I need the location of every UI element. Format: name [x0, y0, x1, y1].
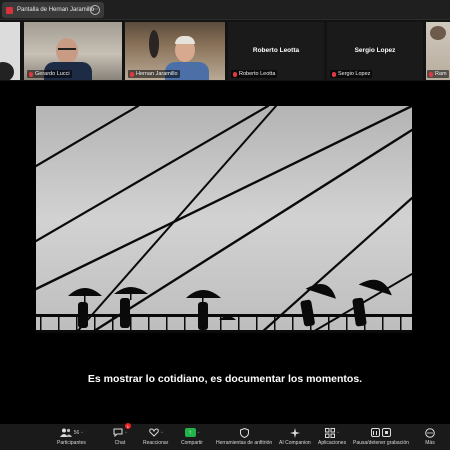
chevron-up-icon[interactable]: ^	[81, 430, 83, 435]
participant-name-tag: Sergio Lopez	[330, 70, 373, 78]
ai-companion-button[interactable]: AI Companion	[279, 426, 311, 446]
reactions-label: Reaccionar	[143, 440, 169, 446]
recording-label: Pausa/detener grabación	[353, 440, 409, 446]
stop-recording-icon[interactable]	[381, 428, 391, 437]
participant-name: Roberto Leotta	[239, 71, 276, 77]
reactions-button[interactable]: ^ Reaccionar	[143, 426, 168, 446]
chat-label: Chat	[114, 440, 126, 446]
share-label: Compartir	[181, 440, 203, 446]
more-button[interactable]: Más	[425, 426, 435, 446]
chevron-up-icon[interactable]: ^	[161, 430, 163, 435]
participant-name: Hernan Jaramillo	[136, 71, 178, 77]
mic-muted-icon	[233, 71, 237, 77]
participant-name-tag: Hernan Jaramillo	[128, 70, 180, 78]
participant-name-tag: Gerardo Lucci	[27, 70, 72, 78]
chat-unread-badge: 1	[124, 423, 131, 429]
participant-name: Sergio Lopez	[338, 71, 371, 77]
participant-display-name: Roberto Leotta	[252, 47, 300, 54]
participant-name-tag: Ram	[427, 70, 449, 78]
participants-button[interactable]: 56 ^ Participantes	[57, 426, 86, 446]
chat-button[interactable]: 1 ^ Chat	[113, 423, 131, 446]
meeting-controls-toolbar: 56 ^ Participantes 1 ^ Chat ^ Reaccionar…	[0, 423, 450, 450]
participant-gallery-strip: Gerardo Lucci Hernan Jaramillo Roberto L…	[0, 20, 450, 81]
apps-button[interactable]: ^ Aplicaciones	[318, 426, 346, 446]
meeting-top-bar: Pantalla de Hernan Jaramillo ⋯	[0, 0, 450, 20]
shield-icon	[239, 427, 249, 438]
chevron-up-icon[interactable]: ^	[337, 430, 339, 435]
recording-controls-button[interactable]: Pausa/detener grabación	[353, 426, 409, 446]
more-icon	[425, 427, 435, 438]
participant-tile-partial-right[interactable]: Ram	[426, 22, 450, 80]
participant-display-name: Sergio Lopez	[354, 47, 396, 54]
mic-muted-icon	[332, 71, 336, 77]
participants-icon	[59, 428, 72, 437]
share-screen-icon: ↑	[184, 428, 196, 437]
presentation-caption: Es mostrar lo cotidiano, es documentar l…	[87, 373, 363, 385]
participant-tile-partial-left[interactable]	[0, 22, 20, 80]
mic-muted-icon	[130, 71, 134, 77]
pause-recording-icon[interactable]	[370, 428, 380, 437]
host-tools-button[interactable]: Herramientas de anfitrión	[216, 426, 272, 446]
share-screen-button[interactable]: ↑ ^ Compartir	[181, 426, 203, 446]
participant-tile[interactable]: Roberto Leotta Roberto Leotta	[228, 22, 324, 80]
participant-tile[interactable]: Gerardo Lucci	[24, 22, 122, 80]
screen-share-indicator[interactable]: Pantalla de Hernan Jaramillo	[2, 2, 104, 18]
share-more-options-button[interactable]: ⋯	[90, 5, 100, 15]
shared-screen-photo	[36, 106, 412, 333]
participant-tile[interactable]: Sergio Lopez Sergio Lopez	[327, 22, 423, 80]
more-horizontal-icon: ⋯	[92, 7, 98, 13]
recording-icon	[370, 426, 391, 439]
host-tools-label: Herramientas de anfitrión	[216, 440, 273, 446]
chevron-up-icon[interactable]: ^	[198, 430, 200, 435]
chat-icon	[113, 428, 123, 437]
participant-name-tag: Roberto Leotta	[231, 70, 278, 78]
ai-companion-label: AI Companion	[279, 440, 311, 446]
participant-name: Gerardo Lucci	[35, 71, 70, 77]
apps-icon	[325, 427, 336, 438]
participants-count: 56	[73, 429, 80, 436]
mic-muted-icon	[29, 71, 33, 77]
participants-label: Participantes	[57, 440, 86, 446]
share-status-icon	[6, 6, 13, 14]
screen-share-label: Pantalla de Hernan Jaramillo	[17, 7, 95, 13]
heart-icon	[148, 428, 159, 437]
participant-tile-active-speaker[interactable]: Hernan Jaramillo	[125, 22, 225, 80]
more-label: Más	[425, 440, 435, 446]
sparkle-icon	[289, 427, 300, 438]
mic-muted-icon	[429, 71, 433, 77]
participant-name: Ram	[435, 71, 447, 77]
chevron-up-icon[interactable]: ^	[125, 430, 127, 435]
apps-label: Aplicaciones	[318, 440, 347, 446]
